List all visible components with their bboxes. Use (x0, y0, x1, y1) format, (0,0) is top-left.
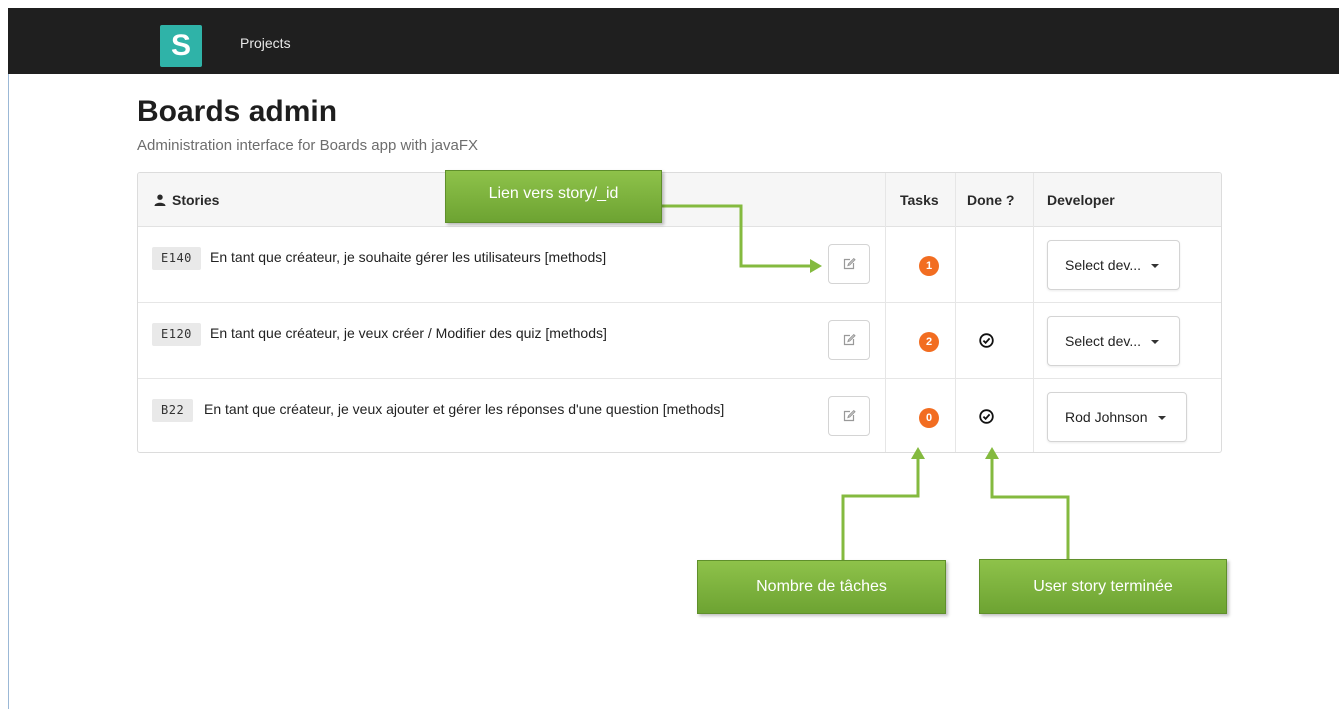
story-code-badge: E120 (152, 323, 201, 346)
developer-select-value: Select dev... (1065, 257, 1142, 273)
edit-icon (843, 257, 856, 270)
task-count-badge: 1 (919, 256, 939, 276)
edit-story-button[interactable] (828, 396, 870, 436)
task-count-badge: 0 (919, 408, 939, 428)
caret-down-icon (1157, 416, 1166, 420)
developer-select[interactable]: Select dev... (1047, 316, 1181, 366)
developer-select[interactable]: Rod Johnson (1047, 392, 1187, 442)
caret-down-icon (1151, 340, 1160, 344)
check-circle-icon (979, 333, 994, 348)
app-logo[interactable]: S (160, 25, 202, 67)
edit-icon (843, 409, 856, 422)
column-header-tasks: Tasks (900, 192, 939, 208)
table-row: E120 En tant que créateur, je veux créer… (138, 303, 1221, 379)
story-code-badge: E140 (152, 247, 201, 270)
developer-select-value: Select dev... (1065, 333, 1142, 349)
column-header-developer: Developer (1047, 192, 1115, 208)
table-row: B22 En tant que créateur, je veux ajoute… (138, 379, 1221, 452)
story-code-badge: B22 (152, 399, 194, 422)
user-icon (154, 194, 166, 206)
story-title: En tant que créateur, je veux créer / Mo… (210, 325, 607, 341)
column-header-done: Done ? (967, 192, 1015, 208)
edit-icon (843, 333, 856, 346)
column-header-stories-label: Stories (172, 192, 220, 208)
developer-select[interactable]: Select dev... (1047, 240, 1181, 290)
table-row: E140 En tant que créateur, je souhaite g… (138, 227, 1221, 303)
story-title: En tant que créateur, je souhaite gérer … (210, 249, 607, 265)
story-done-arrow (990, 458, 1070, 559)
annotation-story-done: User story terminée (979, 559, 1227, 614)
table-header: Stories Tasks Done ? Developer (138, 173, 1221, 227)
task-count-badge: 2 (919, 332, 939, 352)
check-circle-icon (979, 409, 994, 424)
edit-story-button[interactable] (828, 244, 870, 284)
annotation-task-count: Nombre de tâches (697, 560, 946, 614)
top-navbar: S Projects (8, 8, 1339, 74)
nav-link-projects[interactable]: Projects (240, 35, 291, 51)
column-header-stories: Stories (154, 192, 219, 208)
stories-table: Stories Tasks Done ? Developer E140 En t… (137, 172, 1222, 453)
story-title: En tant que créateur, je veux ajouter et… (204, 401, 725, 417)
edit-story-button[interactable] (828, 320, 870, 360)
task-count-arrow (841, 458, 920, 561)
annotation-story-link: Lien vers story/_id (445, 170, 662, 223)
page-title: Boards admin (137, 95, 338, 128)
developer-select-value: Rod Johnson (1065, 409, 1148, 425)
page-left-border (8, 74, 9, 709)
page-subtitle: Administration interface for Boards app … (137, 137, 478, 154)
caret-down-icon (1151, 264, 1160, 268)
